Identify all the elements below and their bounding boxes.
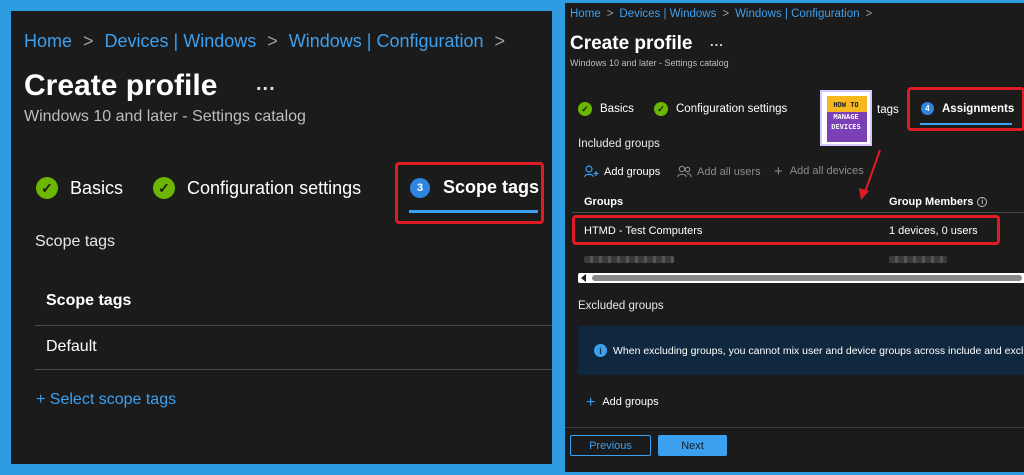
users-icon (677, 165, 692, 178)
scroll-left-icon[interactable] (581, 274, 586, 282)
previous-button[interactable]: Previous (570, 435, 651, 456)
active-tab-indicator (920, 123, 1012, 125)
tab-configuration-settings[interactable]: ✓ Configuration settings (153, 177, 361, 199)
info-icon[interactable]: i (977, 197, 988, 207)
breadcrumb-devices-windows[interactable]: Devices | Windows (105, 31, 257, 52)
step-number-icon: 4 (921, 102, 934, 115)
tab-basics-label: Basics (70, 177, 124, 198)
logo-text-line3: DEVICES (831, 123, 861, 131)
add-groups-bottom-label: Add groups (602, 396, 659, 408)
table-header-scope-tags: Scope tags (46, 292, 132, 309)
page-subtitle: Windows 10 and later - Settings catalog (570, 58, 729, 68)
tab-basics-label: Basics (600, 103, 634, 115)
previous-button-label: Previous (589, 439, 632, 452)
tab-basics[interactable]: ✓ Basics (578, 102, 634, 116)
divider (572, 212, 1024, 213)
breadcrumb-home[interactable]: Home (24, 31, 72, 52)
page-subtitle: Windows 10 and later - Settings catalog (24, 108, 306, 125)
tab-configuration-settings-label: Configuration settings (187, 177, 362, 198)
plus-icon: + (586, 393, 596, 411)
divider (565, 427, 1024, 428)
page-title: Create profile (24, 69, 218, 102)
column-header-group-members: Group Members i (889, 196, 988, 208)
info-icon: i (594, 344, 607, 357)
tab-configuration-settings-label: Configuration settings (676, 103, 788, 115)
tab-scope-tags-label[interactable]: tags (877, 104, 899, 116)
htmd-logo: HOW TO MANAGE DEVICES (820, 90, 872, 146)
breadcrumb-windows-configuration[interactable]: Windows | Configuration (289, 31, 484, 52)
table-cell-group-name[interactable]: HTMD - Test Computers (584, 225, 702, 237)
add-all-devices-label: Add all devices (789, 165, 864, 177)
next-button-label: Next (681, 439, 704, 452)
more-options-icon[interactable]: ... (256, 73, 276, 96)
tab-scope-tags[interactable]: 3 Scope tags (410, 177, 539, 198)
add-all-users-label: Add all users (697, 165, 761, 178)
add-user-icon (584, 165, 599, 178)
breadcrumb-windows-configuration[interactable]: Windows | Configuration (735, 8, 859, 20)
add-all-devices-link[interactable]: + Add all devices (774, 162, 864, 180)
tab-assignments[interactable]: 4 Assignments (921, 102, 1014, 115)
add-groups-link[interactable]: Add groups (584, 165, 660, 178)
add-all-users-link[interactable]: Add all users (677, 165, 761, 178)
info-banner-text: When excluding groups, you cannot mix us… (613, 344, 1024, 357)
logo-text-line1: HOW TO (833, 101, 859, 109)
chevron-right-icon: > (267, 31, 278, 51)
column-header-group-members-label: Group Members (889, 196, 974, 208)
divider (35, 369, 552, 370)
more-options-icon[interactable]: ... (710, 34, 724, 49)
tab-basics[interactable]: ✓ Basics (36, 177, 123, 199)
assignments-panel: Home > Devices | Windows > Windows | Con… (562, 0, 1024, 475)
checkmark-icon: ✓ (36, 177, 58, 199)
checkmark-icon: ✓ (153, 177, 175, 199)
table-cell-group-members: 1 devices, 0 users (889, 225, 978, 237)
chevron-right-icon: > (865, 8, 873, 20)
section-heading: Scope tags (35, 233, 116, 250)
redacted-row (584, 256, 674, 263)
excluded-groups-heading: Excluded groups (578, 300, 664, 312)
breadcrumb-devices-windows[interactable]: Devices | Windows (619, 8, 716, 20)
table-cell-default: Default (46, 338, 97, 355)
active-tab-indicator (409, 210, 538, 213)
checkmark-icon: ✓ (578, 102, 592, 116)
divider (35, 325, 552, 326)
horizontal-scrollbar[interactable] (578, 273, 1024, 283)
chevron-right-icon: > (722, 8, 730, 20)
breadcrumb: Home > Devices | Windows > Windows | Con… (24, 31, 516, 52)
page-title: Create profile (570, 33, 693, 54)
add-groups-label: Add groups (604, 165, 661, 178)
included-groups-heading: Included groups (578, 138, 660, 150)
logo-text-line2: MANAGE (833, 113, 859, 121)
checkmark-icon: ✓ (654, 102, 668, 116)
chevron-right-icon: > (83, 31, 94, 51)
tab-assignments-label: Assignments (942, 102, 1015, 115)
breadcrumb-home[interactable]: Home (570, 8, 601, 20)
tab-configuration-settings[interactable]: ✓ Configuration settings (654, 102, 787, 116)
tab-scope-tags-label: Scope tags (443, 177, 540, 197)
scrollbar-thumb[interactable] (592, 275, 1022, 281)
chevron-right-icon: > (606, 8, 614, 20)
column-header-groups: Groups (584, 196, 624, 208)
select-scope-tags-link[interactable]: + Select scope tags (36, 391, 176, 409)
scope-tags-panel: Home > Devices | Windows > Windows | Con… (0, 0, 563, 475)
redacted-row (889, 256, 947, 263)
next-button[interactable]: Next (658, 435, 727, 456)
chevron-right-icon: > (494, 31, 506, 51)
info-banner: i When excluding groups, you cannot mix … (578, 326, 1024, 375)
breadcrumb: Home > Devices | Windows > Windows | Con… (570, 8, 878, 20)
plus-icon: + (774, 162, 783, 180)
step-number-icon: 3 (410, 177, 430, 198)
add-groups-bottom-link[interactable]: + Add groups (586, 393, 659, 411)
